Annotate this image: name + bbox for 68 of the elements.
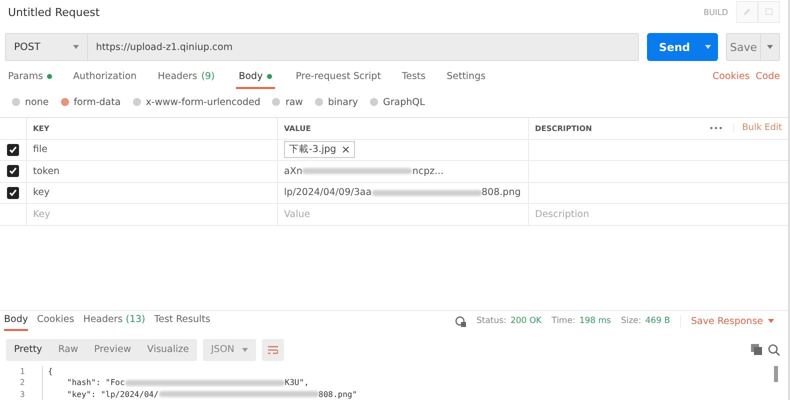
metric-value: 469 B	[645, 316, 670, 326]
body-type-radio[interactable]: GraphQL	[370, 96, 425, 108]
checkbox[interactable]	[7, 144, 19, 156]
response-tab[interactable]: Body	[4, 311, 28, 331]
request-tab[interactable]: Headers (9)	[158, 71, 215, 89]
wrap-lines-icon	[268, 344, 278, 354]
mode-label: BUILD	[704, 8, 728, 16]
pencil-icon	[743, 7, 751, 17]
body-type-radio[interactable]: form-data	[60, 96, 121, 108]
view-tab[interactable]: Raw	[50, 338, 86, 360]
metric-label: Status:	[476, 316, 506, 326]
checkbox[interactable]	[7, 165, 19, 178]
globe-lock-icon[interactable]	[455, 316, 466, 326]
comment-icon	[765, 7, 773, 17]
wrap-button[interactable]	[262, 338, 284, 360]
value-text: aXn	[284, 166, 302, 177]
code-text: K3U",	[284, 378, 309, 388]
request-title: Untitled Request	[8, 6, 101, 18]
body-type-radio[interactable]: raw	[272, 96, 303, 108]
metric-value: 198 ms	[579, 316, 611, 326]
view-tab[interactable]: Visualize	[139, 338, 197, 360]
code-text: "key": "lp/2024/04/	[67, 390, 159, 399]
link[interactable]: Cookies	[712, 71, 750, 89]
response-tab[interactable]: Cookies	[36, 311, 74, 331]
file-chip: 下載-3.jpg ×	[284, 141, 356, 158]
request-tab[interactable]: Settings	[446, 71, 486, 89]
send-button[interactable]: Send	[647, 33, 718, 61]
checkbox[interactable]	[7, 186, 19, 199]
caret-icon	[767, 45, 773, 49]
line-number: 1	[20, 366, 26, 376]
caret-icon	[768, 319, 774, 323]
response-tab[interactable]: Test Results	[154, 311, 210, 331]
more-button[interactable]: •••	[708, 124, 724, 133]
value-text: lp/2024/04/09/3aa	[284, 187, 372, 198]
body-type-radio[interactable]: x-www-form-urlencoded	[132, 96, 260, 108]
body-type-radio[interactable]: binary	[314, 96, 358, 108]
metric-label: Time:	[552, 316, 576, 326]
response-tab[interactable]: Headers (13)	[83, 311, 146, 331]
metric-value: 200 OK	[510, 316, 542, 326]
request-tab[interactable]: Body	[236, 71, 275, 89]
save-response-button[interactable]: Save Response	[680, 314, 780, 328]
line-number: 3	[20, 390, 26, 399]
key-text: token	[33, 166, 60, 177]
copy-icon[interactable]	[751, 344, 762, 355]
request-tab[interactable]: Pre-request Script	[296, 71, 381, 89]
save-button[interactable]: Save	[726, 33, 780, 61]
metric-label: Size:	[620, 316, 642, 326]
code-text: 808.png"	[318, 390, 358, 399]
scrollbar-thumb[interactable]	[774, 366, 778, 382]
value-text: ncpz...	[412, 166, 444, 177]
value-text: 808.png	[482, 187, 521, 198]
request-tab[interactable]: Authorization	[73, 71, 137, 89]
view-tab[interactable]: Preview	[86, 338, 140, 360]
format-dropdown[interactable]: JSON	[203, 338, 256, 360]
search-icon[interactable]	[768, 344, 780, 356]
body-type-radio[interactable]: none	[12, 96, 49, 108]
link[interactable]: Code	[756, 71, 780, 89]
key-text: key	[33, 187, 50, 198]
caret-icon	[705, 45, 711, 49]
key-text: file	[33, 144, 48, 156]
caret-icon	[242, 348, 248, 352]
remove-icon[interactable]: ×	[341, 144, 350, 155]
line-number: 2	[20, 378, 26, 388]
view-tab[interactable]: Pretty	[6, 338, 50, 360]
request-tab[interactable]: Tests	[402, 71, 426, 89]
code-text: {	[48, 366, 53, 376]
request-tab[interactable]: Params	[8, 71, 52, 89]
code-text: "hash": "Foc	[67, 378, 125, 388]
